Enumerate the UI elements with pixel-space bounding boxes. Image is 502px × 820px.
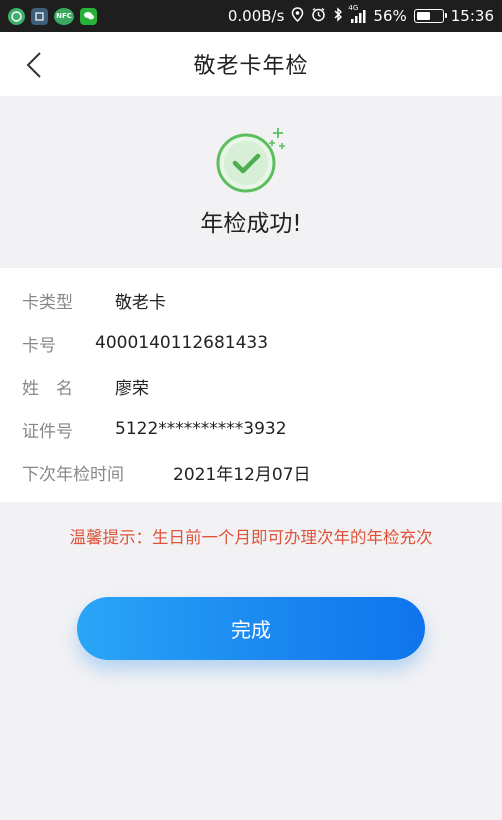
battery-percent: 56%: [373, 7, 407, 25]
nfc-label: NFC: [56, 12, 72, 20]
clock: 15:36: [450, 7, 494, 25]
done-button[interactable]: 完成: [77, 597, 425, 660]
card-no-value: 4000140112681433: [95, 333, 269, 353]
name-label: 姓 名: [22, 378, 73, 399]
success-check-icon: [214, 126, 294, 196]
nav-header: 敬老卡年检: [0, 32, 502, 96]
info-row-next-check: 下次年检时间 2021年12月07日: [22, 454, 311, 490]
card-type-label: 卡类型: [22, 292, 73, 313]
id-value: 5122**********3932: [115, 419, 287, 439]
signal-icon: 4G: [348, 5, 366, 23]
battery-fill: [416, 12, 431, 20]
next-check-value: 2021年12月07日: [173, 464, 311, 485]
info-row-id: 证件号 5122**********3932: [22, 411, 287, 447]
card-type-value: 敬老卡: [115, 292, 166, 313]
status-bar-notifications: NFC: [8, 7, 97, 25]
next-check-label: 下次年检时间: [22, 464, 124, 485]
result-section: 年检成功!: [0, 96, 502, 268]
back-button[interactable]: [20, 50, 50, 80]
status-bar: NFC 0.00B/s 4G 56% 15:36: [0, 0, 502, 32]
page-title: 敬老卡年检: [193, 54, 309, 79]
info-row-card-type: 卡类型 敬老卡: [22, 282, 166, 318]
location-icon: [291, 7, 304, 25]
id-label: 证件号: [22, 421, 73, 442]
alarm-icon: [311, 7, 326, 25]
info-row-name: 姓 名 廖荣: [22, 368, 149, 404]
bluetooth-icon: [333, 7, 343, 25]
wechat-icon: [8, 7, 25, 25]
battery-icon: [413, 9, 447, 23]
chat-icon: [80, 7, 97, 25]
reminder-tip: 温馨提示：生日前一个月即可办理次年的年检充次: [69, 528, 433, 547]
e-app-icon: [31, 7, 48, 25]
info-row-card-no: 卡号 4000140112681433: [22, 325, 268, 361]
success-message: 年检成功!: [200, 211, 302, 237]
card-no-label: 卡号: [22, 335, 56, 356]
signal-label: 4G: [348, 4, 359, 12]
chevron-left-icon: [26, 52, 41, 78]
card-info-panel: 卡类型 敬老卡 卡号 4000140112681433 姓 名 廖荣 证件号 5…: [0, 268, 502, 502]
net-speed: 0.00B/s: [227, 7, 285, 25]
nfc-icon: NFC: [54, 7, 74, 25]
status-bar-system: 0.00B/s 4G 56% 15:36: [227, 5, 494, 26]
name-value: 廖荣: [115, 378, 149, 399]
